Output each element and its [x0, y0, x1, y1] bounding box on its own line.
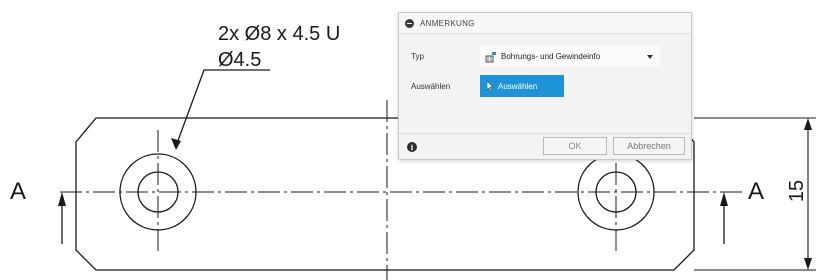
- dialog-footer: i OK Abbrechen: [399, 133, 691, 161]
- hole-thread-note-icon: [485, 50, 497, 63]
- cursor-arrow-icon: [486, 80, 494, 92]
- hole-note-line2: Ø4.5: [218, 49, 262, 71]
- section-label-left: A: [10, 178, 27, 205]
- hole-note-line1: 2x Ø8 x 4.5 U: [218, 23, 341, 45]
- ok-button[interactable]: OK: [543, 137, 607, 155]
- type-label: Typ: [411, 52, 424, 61]
- select-label: Auswählen: [411, 82, 451, 91]
- section-label-right: A: [748, 178, 765, 205]
- leader-arrowhead: [171, 138, 181, 150]
- select-row: Auswählen Auswählen: [399, 75, 691, 97]
- cancel-button[interactable]: Abbrechen: [613, 137, 685, 155]
- select-entity-button[interactable]: Auswählen: [480, 75, 564, 97]
- dim-arrow-top: [804, 118, 812, 130]
- dialog-title: ANMERKUNG: [420, 18, 475, 28]
- chevron-down-icon: [647, 55, 653, 59]
- section-left-arrow: [58, 192, 66, 206]
- type-dropdown-value: Bohrungs- und Gewindeinfo: [501, 51, 601, 61]
- section-right-arrow: [720, 192, 728, 206]
- type-row: Typ Bohrungs- und Gewindeinfo: [399, 46, 691, 66]
- type-dropdown[interactable]: Bohrungs- und Gewindeinfo: [480, 46, 660, 66]
- collapse-minus-icon[interactable]: [405, 18, 414, 28]
- info-icon[interactable]: i: [407, 142, 417, 152]
- select-entity-button-label: Auswählen: [498, 81, 538, 91]
- dialog-header[interactable]: ANMERKUNG: [399, 13, 691, 34]
- annotation-dialog: ANMERKUNG Typ Bohrungs- und Gewindeinfo …: [398, 12, 692, 160]
- height-dimension-text: 15: [786, 179, 809, 203]
- dim-arrow-bottom: [804, 258, 812, 270]
- hole-note-leader: [175, 69, 270, 147]
